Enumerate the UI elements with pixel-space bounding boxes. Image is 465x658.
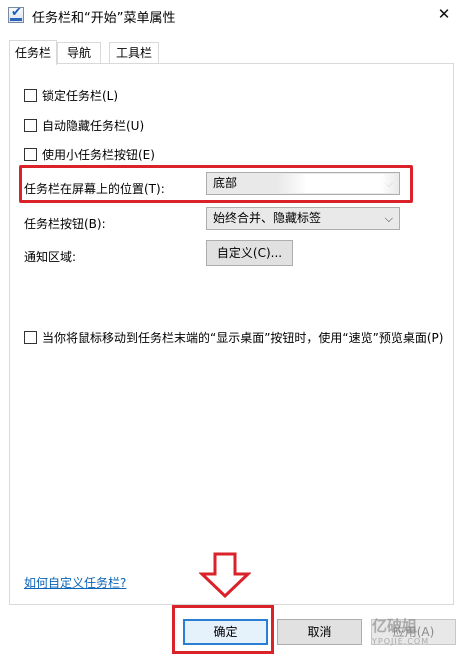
lock-taskbar-checkbox[interactable]: [24, 88, 37, 102]
peek-label: 当你将鼠标移动到任务栏末端的“显示桌面”按钮时，使用“速览”预览桌面(P): [42, 330, 444, 345]
auto-hide-checkbox[interactable]: [24, 118, 37, 132]
tab-toolbars[interactable]: 工具栏: [109, 42, 159, 63]
small-buttons-option[interactable]: 使用小任务栏按钮(E): [24, 146, 155, 162]
lock-taskbar-option[interactable]: 锁定任务栏(L): [24, 87, 118, 103]
taskbar-position-label: 任务栏在屏幕上的位置(T):: [24, 182, 165, 196]
small-buttons-checkbox[interactable]: [24, 147, 37, 161]
lock-taskbar-label: 锁定任务栏(L): [42, 88, 119, 103]
customize-notifications-button[interactable]: 自定义(C)...: [206, 240, 293, 266]
chevron-down-icon: ⌵: [384, 212, 393, 225]
title-bar: ✔ 任务栏和“开始”菜单属性 ✕: [0, 0, 465, 30]
taskbar-properties-dialog: ✔ 任务栏和“开始”菜单属性 ✕ 任务栏 导航 工具栏 锁定任务栏(L) 自动隐…: [0, 0, 465, 658]
notification-area-label: 通知区域:: [24, 250, 77, 264]
auto-hide-option[interactable]: 自动隐藏任务栏(U): [24, 117, 144, 133]
chevron-down-icon: ⌵: [384, 177, 393, 190]
taskbar-position-value: 底部: [213, 176, 238, 190]
tab-taskbar[interactable]: 任务栏: [9, 40, 57, 65]
ok-button[interactable]: 确定: [183, 619, 268, 645]
close-icon[interactable]: ✕: [431, 3, 457, 25]
small-buttons-label: 使用小任务栏按钮(E): [42, 147, 155, 162]
taskbar-buttons-label: 任务栏按钮(B):: [24, 217, 106, 231]
taskbar-buttons-value: 始终合并、隐藏标签: [213, 211, 322, 225]
tab-navigation[interactable]: 导航: [57, 42, 101, 63]
taskbar-properties-icon: ✔: [8, 5, 24, 23]
taskbar-buttons-select[interactable]: 始终合并、隐藏标签 ⌵: [206, 207, 400, 230]
cancel-button[interactable]: 取消: [277, 619, 362, 645]
peek-checkbox[interactable]: [24, 330, 37, 344]
down-arrow-annotation: [199, 552, 251, 598]
site-watermark-logo: 亿破姐 YPOJIE.COM: [372, 618, 458, 654]
help-link[interactable]: 如何自定义任务栏?: [24, 574, 126, 591]
taskbar-position-select[interactable]: 底部 ⌵: [206, 172, 400, 195]
watermark-text: 亿破姐: [372, 617, 418, 635]
peek-option[interactable]: 当你将鼠标移动到任务栏末端的“显示桌面”按钮时，使用“速览”预览桌面(P): [24, 329, 443, 345]
window-title: 任务栏和“开始”菜单属性: [32, 11, 176, 26]
auto-hide-label: 自动隐藏任务栏(U): [42, 118, 145, 133]
watermark-subtext: YPOJIE.COM: [372, 637, 430, 646]
